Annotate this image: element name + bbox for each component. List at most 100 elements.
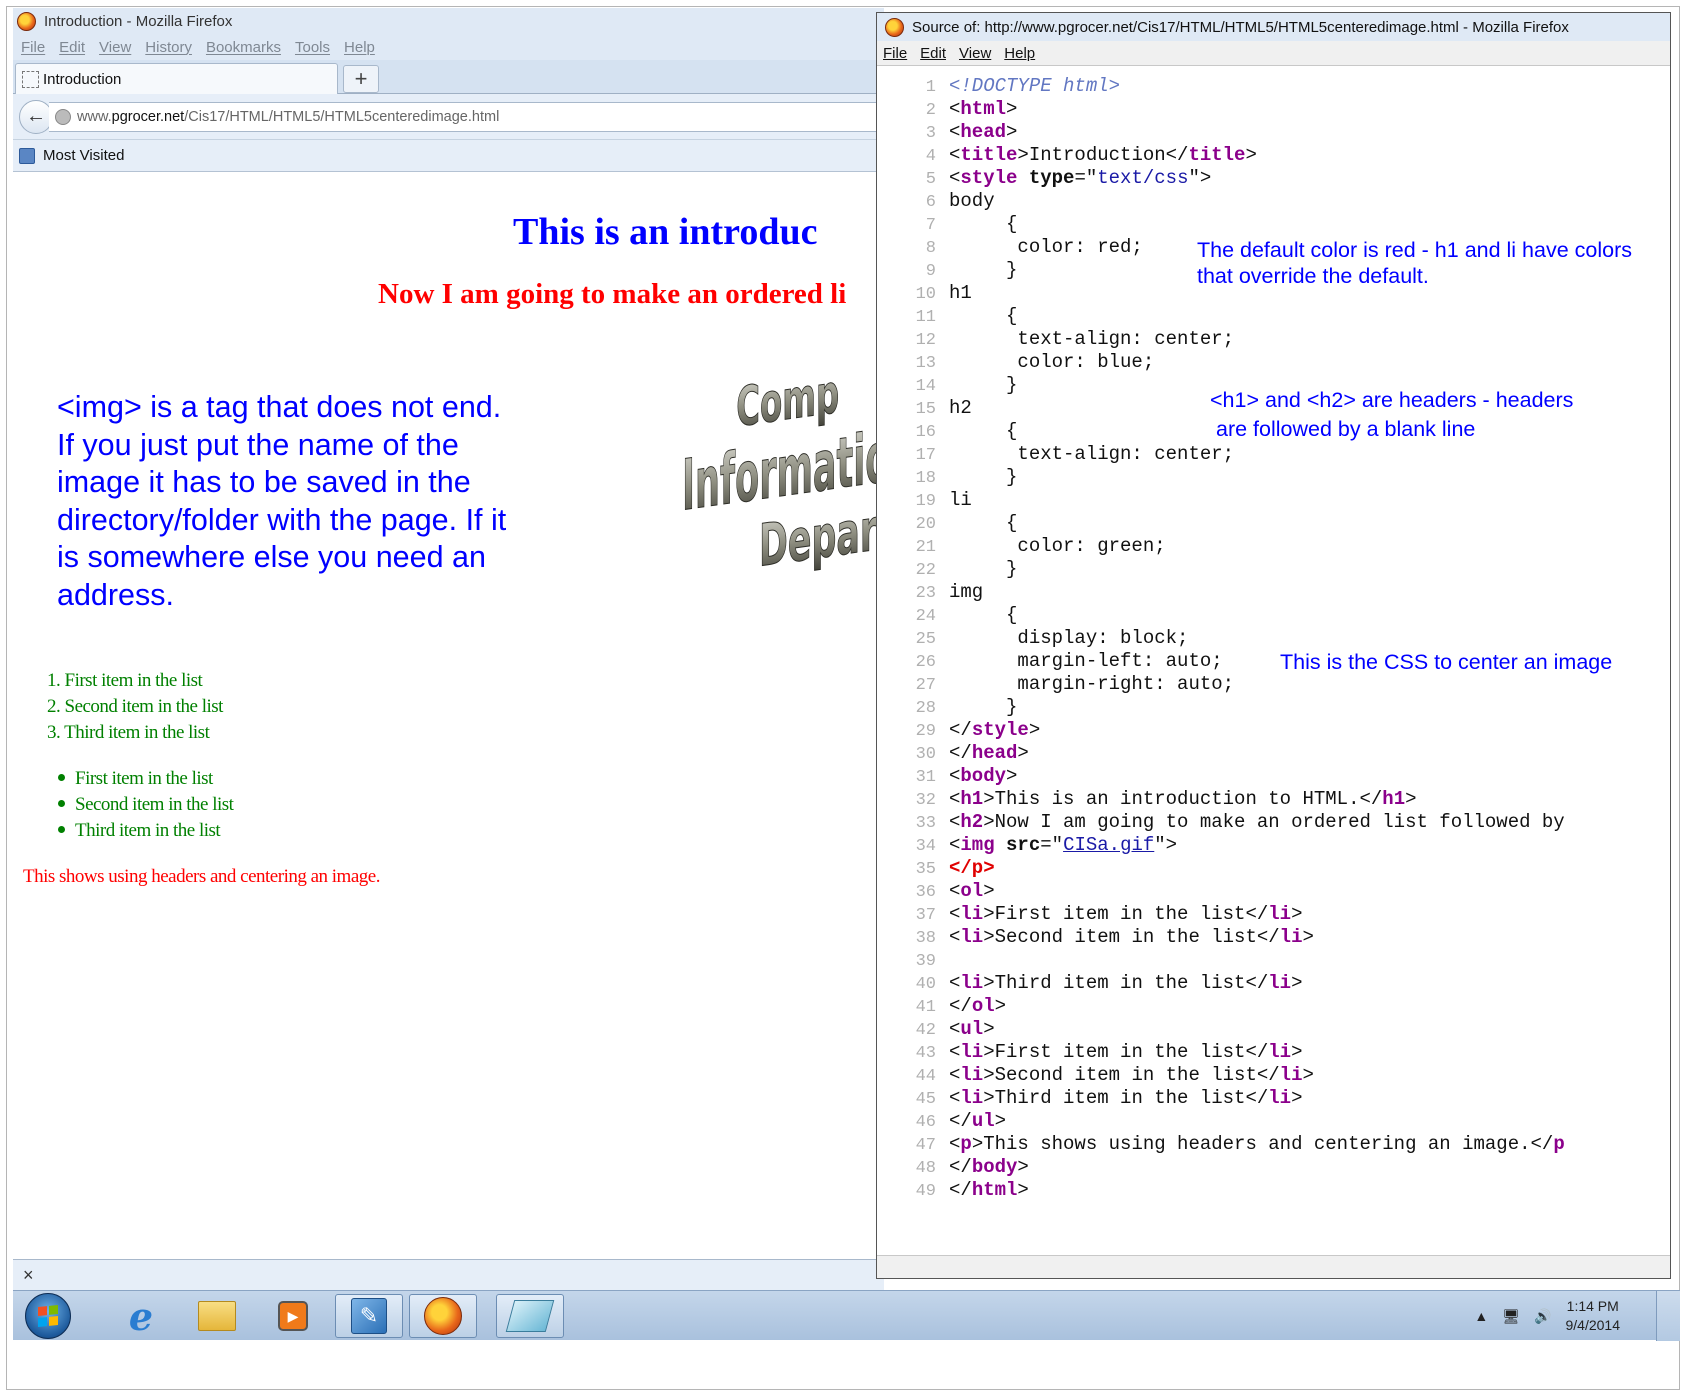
back-button[interactable]: ← [19,99,53,134]
source-token: ul [971,1110,995,1132]
source-token: color: blue; [949,351,1155,373]
network-icon[interactable]: 🖥 [1502,1308,1520,1325]
source-menu-help-label: Help [1004,44,1036,62]
source-line: 40 <li>Third item in the list</li> [877,972,1303,996]
findbar-close-icon[interactable]: × [23,1265,34,1285]
source-token: li [1279,926,1303,948]
new-tab-button[interactable]: + [343,65,379,93]
line-number: 18 [915,469,936,488]
source-line: 37 <li>First item in the list</li> [877,903,1303,927]
firefox-logo-icon [17,11,36,31]
url-bar[interactable]: www. pgrocer.net/Cis17/HTML/HTML5/HTML5ce… [49,101,884,132]
source-token: >Third item in the list</ [983,1087,1269,1109]
page-heading-h2: Now I am going to make an ordered li [378,278,847,310]
show-desktop-button[interactable] [1656,1291,1680,1341]
source-token: img [949,581,984,603]
source-token: html [960,98,1007,120]
clock[interactable]: 1:14 PM 9/4/2014 [1566,1297,1621,1335]
source-token: </ [949,719,972,741]
source-token: li [960,1041,984,1063]
source-token: style [971,719,1029,741]
source-line: 15 h2 [877,397,972,421]
source-link[interactable]: CISa.gif [1063,834,1154,856]
back-arrow-icon: ← [26,105,46,127]
line-number: 29 [915,722,936,741]
source-token: > [1405,788,1417,810]
source-token: { [949,420,1018,442]
source-menu-help[interactable]: Help [1004,45,1035,62]
source-token: li [960,903,984,925]
source-line: 7 { [877,213,1018,237]
source-line: 38 <li>Second item in the list</li> [877,926,1314,950]
source-token: li [960,926,984,948]
cis-department-image: Comp Informatio Depart [682,362,884,572]
source-line: 27 margin-right: auto; [877,673,1234,697]
firefox-titlebar[interactable]: Introduction - Mozilla Firefox [13,8,884,34]
menu-file[interactable]: File [21,39,45,56]
unordered-list-item: Second item in the list [58,794,234,820]
source-token: < [949,1064,961,1086]
notepad-button[interactable]: ✎ [335,1294,403,1338]
source-token: >Second item in the list</ [983,1064,1280,1086]
firefox-taskbar-button[interactable] [409,1294,477,1338]
menu-tools[interactable]: Tools [295,39,330,56]
list-item-text: Second item in the list [75,794,234,815]
tab-introduction[interactable]: Introduction [15,63,338,94]
source-token: >This is an introduction to HTML.</ [983,788,1383,810]
windows-logo-icon [38,1304,58,1328]
source-token: title [1188,144,1246,166]
source-token: li [960,972,984,994]
line-number: 20 [915,515,936,534]
source-token: color: red; [949,236,1143,258]
menu-bookmarks[interactable]: Bookmarks [206,39,281,56]
source-token: body [960,765,1007,787]
source-token: li [949,489,972,511]
menu-edit[interactable]: Edit [59,39,85,56]
ordered-list: 1. First item in the list 2. Second item… [47,670,223,748]
line-number: 22 [915,561,936,580]
source-line: 31 <body> [877,765,1018,789]
line-number: 37 [915,906,936,925]
firefox-logo-icon [885,17,904,37]
start-button[interactable] [25,1293,71,1339]
snipping-icon [505,1300,555,1332]
internet-explorer-button[interactable]: e [107,1294,175,1339]
menu-help[interactable]: Help [344,39,375,56]
menu-view[interactable]: View [99,39,131,56]
source-token: h1 [960,788,984,810]
source-token: li [960,1064,984,1086]
source-line: 30 </head> [877,742,1029,766]
source-token: h2 [960,811,984,833]
menu-history[interactable]: History [145,39,192,56]
ordered-list-item: 2. Second item in the list [47,696,223,717]
source-line: 43 <li>First item in the list</li> [877,1041,1303,1065]
source-line: 12 text-align: center; [877,328,1234,352]
snipping-tool-button[interactable] [496,1294,564,1338]
source-line: 9 } [877,259,1018,283]
line-number: 43 [915,1044,936,1063]
line-number: 44 [915,1067,936,1086]
source-menu-view[interactable]: View [959,45,991,62]
view-source-window: Source of: http://www.pgrocer.net/Cis17/… [876,12,1671,1279]
line-number: 42 [915,1021,936,1040]
file-explorer-button[interactable] [183,1294,251,1338]
source-token: > [983,1018,995,1040]
bullet-icon [58,826,65,834]
media-player-button[interactable]: ▶ [259,1294,327,1338]
source-line: 21 color: green; [877,535,1166,559]
source-menu-file[interactable]: File [883,45,907,62]
source-line: 39 [877,949,949,973]
source-token: < [949,1018,961,1040]
list-item-text: First item in the list [75,768,213,789]
annotation-default-color-1: The default color is red - h1 and li hav… [1197,238,1633,262]
volume-icon[interactable]: 🔊 [1534,1308,1551,1325]
source-titlebar[interactable]: Source of: http://www.pgrocer.net/Cis17/… [877,13,1670,41]
ordered-list-item: 1. First item in the list [47,670,203,691]
url-domain: pgrocer.net [111,108,185,125]
source-token: < [949,834,961,856]
source-token: text-align: center; [949,328,1235,350]
line-number: 16 [915,423,936,442]
bookmark-most-visited[interactable]: Most Visited [43,147,124,164]
source-menu-edit[interactable]: Edit [920,45,946,62]
tray-expand-icon[interactable]: ▲ [1474,1308,1488,1324]
